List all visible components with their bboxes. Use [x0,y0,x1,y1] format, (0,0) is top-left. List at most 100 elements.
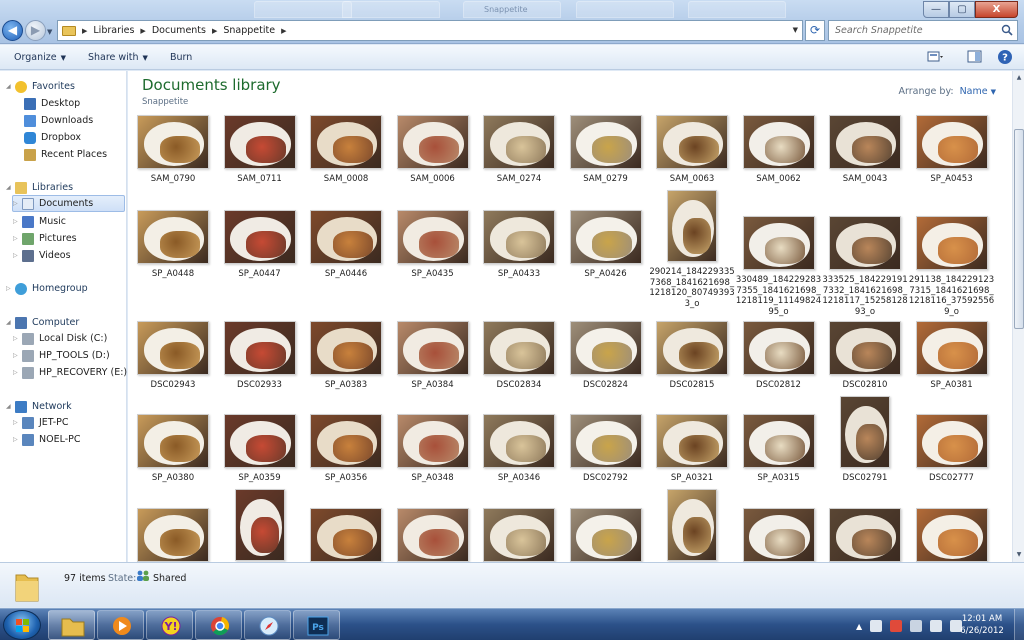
file-thumbnail[interactable] [915,508,988,562]
file-thumbnail[interactable] [569,115,642,169]
expand-icon[interactable]: ▷ [13,252,22,259]
show-hidden-icons-arrow[interactable]: ▲ [856,622,862,631]
sidebar-item-pictures[interactable]: ▷ Pictures [13,230,77,247]
expand-icon[interactable]: ▷ [6,285,15,292]
file-thumbnail[interactable] [137,321,209,375]
file-thumbnail[interactable] [656,115,728,169]
file-thumbnail[interactable] [483,115,555,169]
file-thumbnail[interactable] [310,321,382,375]
taskbar-media-player[interactable] [97,610,144,640]
scroll-up-arrow[interactable]: ▲ [1014,72,1024,84]
sidebar-item-jet-pc[interactable]: ▷ JET-PC [13,414,69,431]
file-thumbnail[interactable] [915,321,988,375]
expand-icon[interactable]: ▷ [13,218,22,225]
arrange-by-dropdown[interactable]: Name [960,86,988,97]
file-thumbnail[interactable] [483,321,555,375]
chevron-down-icon[interactable]: ▼ [991,88,996,96]
expand-icon[interactable]: ▷ [13,419,22,426]
file-thumbnail[interactable] [915,216,988,270]
file-thumbnail[interactable] [223,115,296,169]
sidebar-libraries[interactable]: ◢ Libraries [6,179,73,196]
expand-icon[interactable]: ▷ [13,335,22,342]
chevron-down-icon[interactable]: ▼ [793,26,798,34]
taskbar-explorer[interactable] [48,610,95,640]
breadcrumb-snappetite[interactable]: Snappetite [223,25,275,36]
file-thumbnail[interactable] [396,414,469,468]
burn-button[interactable]: Burn [170,52,192,63]
expand-icon[interactable]: ◢ [6,184,15,191]
back-button[interactable]: ◀ [2,20,23,41]
file-thumbnail[interactable] [310,115,382,169]
file-thumbnail[interactable] [483,210,555,264]
chevron-right-icon[interactable]: ▶ [212,27,217,35]
recent-pages-dropdown[interactable]: ▼ [47,28,52,36]
expand-icon[interactable]: ◢ [6,319,15,326]
breadcrumb-documents[interactable]: Documents [152,25,206,36]
file-thumbnail[interactable] [137,508,209,562]
file-thumbnail[interactable] [483,508,555,562]
sidebar-item-documents[interactable]: ▷ Documents [12,195,125,212]
file-thumbnail[interactable] [310,508,382,562]
file-thumbnail[interactable] [223,210,296,264]
sidebar-item-videos[interactable]: ▷ Videos [13,247,71,264]
address-bar[interactable]: ▶ Libraries ▶ Documents ▶ Snappetite ▶ ▼ [57,20,803,41]
expand-icon[interactable]: ▷ [13,352,22,359]
sidebar-item-noel-pc[interactable]: ▷ NOEL-PC [13,431,81,448]
file-thumbnail[interactable] [829,115,901,169]
share-with-button[interactable]: Share with ▼ [88,52,148,63]
file-thumbnail[interactable] [656,414,728,468]
file-thumbnail[interactable] [829,321,901,375]
file-thumbnail[interactable] [223,414,296,468]
file-thumbnail[interactable] [829,508,901,562]
close-button[interactable]: X [975,1,1018,18]
sidebar-item-hp-tools[interactable]: ▷ HP_TOOLS (D:) [13,347,110,364]
system-clock[interactable]: 12:01 AM 6/26/2012 [955,613,1009,637]
expand-icon[interactable]: ▷ [13,200,22,207]
taskbar-safari[interactable] [244,610,291,640]
file-thumbnail[interactable] [667,489,717,561]
file-thumbnail[interactable] [742,414,815,468]
sidebar-computer[interactable]: ◢ Computer [6,314,79,331]
file-thumbnail[interactable] [569,508,642,562]
file-thumbnail[interactable] [396,210,469,264]
network-icon[interactable] [910,620,923,632]
view-options-icon[interactable] [926,49,944,65]
signal-bars-icon[interactable] [930,620,943,632]
sidebar-item-hp-recovery[interactable]: ▷ HP_RECOVERY (E:) [13,364,127,381]
sidebar-item-recent-places[interactable]: Recent Places [24,146,107,163]
file-thumbnail[interactable] [742,216,815,270]
file-thumbnail[interactable] [396,321,469,375]
vertical-scrollbar[interactable]: ▲ ▼ [1012,71,1024,562]
taskbar-photoshop[interactable]: Ps [293,610,340,640]
file-thumbnail[interactable] [483,414,555,468]
file-thumbnail[interactable] [234,489,285,561]
expand-icon[interactable]: ▷ [13,235,22,242]
file-thumbnail[interactable] [569,414,642,468]
file-thumbnail[interactable] [137,414,209,468]
file-thumbnail[interactable] [310,210,382,264]
sidebar-favorites[interactable]: ◢ Favorites [6,78,75,95]
taskbar-yahoo-messenger[interactable]: Y! [146,610,193,640]
organize-button[interactable]: Organize ▼ [14,52,66,63]
file-thumbnail[interactable] [742,508,815,562]
expand-icon[interactable]: ▷ [13,369,22,376]
sidebar-item-music[interactable]: ▷ Music [13,213,66,230]
expand-icon[interactable]: ◢ [6,83,15,90]
file-thumbnail[interactable] [656,321,728,375]
search-input[interactable]: Search Snappetite [828,20,1018,41]
file-thumbnail[interactable] [310,414,382,468]
sidebar-homegroup[interactable]: ▷ Homegroup [6,280,88,297]
file-thumbnail[interactable] [840,396,890,468]
start-button[interactable] [3,610,41,640]
chevron-right-icon[interactable]: ▶ [281,27,286,35]
breadcrumb-libraries[interactable]: Libraries [93,25,134,36]
help-icon[interactable]: ? [996,49,1014,65]
sidebar-item-dropbox[interactable]: Dropbox [24,129,81,146]
minimize-button[interactable]: — [923,1,949,18]
expand-icon[interactable]: ▷ [13,436,22,443]
file-thumbnail[interactable] [396,115,469,169]
chevron-right-icon[interactable]: ▶ [140,27,145,35]
file-thumbnail[interactable] [569,210,642,264]
file-thumbnail[interactable] [223,321,296,375]
file-thumbnail[interactable] [137,210,209,264]
